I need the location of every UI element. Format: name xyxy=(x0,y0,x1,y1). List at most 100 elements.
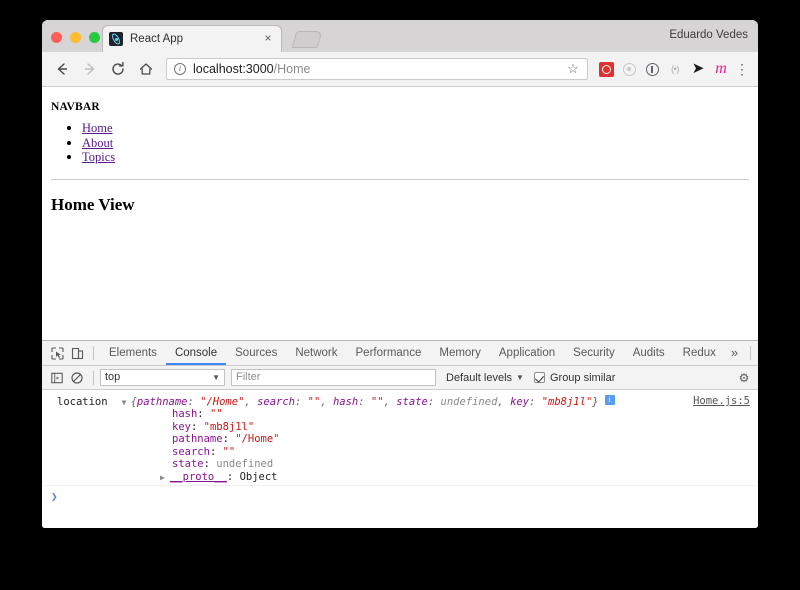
clear-console-icon[interactable] xyxy=(67,368,87,388)
navbar-heading: NAVBAR xyxy=(51,101,100,113)
tab-redux[interactable]: Redux xyxy=(674,341,725,365)
proto-value: Object xyxy=(239,470,278,483)
execution-context-value: top xyxy=(105,371,121,383)
property-value: "" xyxy=(209,408,223,420)
bookmark-star-icon[interactable]: ☆ xyxy=(566,62,580,76)
maximize-window-button[interactable] xyxy=(89,32,100,43)
tab-security[interactable]: Security xyxy=(564,341,624,365)
tab-console[interactable]: Console xyxy=(165,341,227,365)
forward-arrow-icon xyxy=(78,57,102,81)
proto-key: __proto__ xyxy=(170,470,227,483)
property-value: undefined xyxy=(216,458,274,471)
console-entry-label: location xyxy=(57,396,108,408)
pocket-extension-icon[interactable]: ➤ xyxy=(687,58,709,80)
property-value: "" xyxy=(222,445,236,458)
browser-window: React App × Eduardo Vedes localhost:3000… xyxy=(42,20,758,528)
circle-extension-icon[interactable] xyxy=(618,58,640,80)
object-property-row: search: "" xyxy=(172,445,236,458)
url-text: localhost:3000/Home xyxy=(193,62,566,76)
exclamation-extension-icon[interactable] xyxy=(641,58,663,80)
tab-network[interactable]: Network xyxy=(286,341,346,365)
devtools-menu-icon[interactable]: ⋮ xyxy=(757,343,758,363)
profile-name-label[interactable]: Eduardo Vedes xyxy=(669,29,748,41)
tab-memory[interactable]: Memory xyxy=(430,341,490,365)
url-path: /Home xyxy=(273,62,311,76)
toolbar-divider xyxy=(93,370,94,385)
react-logo-favicon-icon xyxy=(109,32,123,46)
group-similar-checkbox[interactable] xyxy=(533,372,545,383)
property-key: pathname xyxy=(172,433,223,446)
log-source-link[interactable]: Home.js:5 xyxy=(693,395,750,407)
console-sidebar-icon[interactable] xyxy=(47,368,67,388)
console-log-entry[interactable]: Home.js:5 location ▼ {pathname: "/Home",… xyxy=(42,390,758,486)
execution-context-select[interactable]: top ▼ xyxy=(100,369,225,386)
property-value: "mb8j1l" xyxy=(203,420,255,433)
expand-triangle-icon[interactable]: ▶ xyxy=(160,472,170,485)
group-similar-label: Group similar xyxy=(549,371,616,384)
parentheses-extension-icon[interactable]: (•) xyxy=(664,58,686,80)
tab-title: React App xyxy=(130,33,184,45)
nav-link-about[interactable]: About xyxy=(82,136,113,150)
console-prompt[interactable]: ❯ xyxy=(42,486,758,508)
browser-toolbar: localhost:3000/Home ☆ (•) ➤ m ⋮ xyxy=(42,52,758,87)
chevron-down-icon: ▼ xyxy=(212,373,220,382)
home-icon[interactable] xyxy=(134,57,158,81)
chevron-down-icon: ▼ xyxy=(516,373,524,382)
console-entry-header: location ▼ {pathname: "/Home", search: "… xyxy=(42,394,758,408)
page-viewport: NAVBAR Home About Topics Home View xyxy=(42,87,758,340)
object-property-row: pathname: "/Home" xyxy=(172,433,280,446)
redux-devtools-extension-icon[interactable] xyxy=(595,58,617,80)
property-key: search xyxy=(172,445,210,458)
object-preview: {pathname: "/Home", search: "", hash: ""… xyxy=(130,396,599,408)
object-property-row: state: undefined xyxy=(172,458,274,471)
property-key: hash xyxy=(172,408,198,420)
address-bar[interactable]: localhost:3000/Home ☆ xyxy=(166,58,588,80)
nav-list: Home About Topics xyxy=(51,121,749,165)
group-similar-toggle[interactable]: Group similar xyxy=(533,371,735,384)
toolbar-divider xyxy=(750,346,752,360)
page-title: Home View xyxy=(51,194,135,214)
devtools-panel: Elements Console Sources Network Perform… xyxy=(42,340,758,528)
tab-close-icon[interactable]: × xyxy=(261,32,275,46)
nav-link-topics[interactable]: Topics xyxy=(82,150,115,164)
nav-link-home[interactable]: Home xyxy=(82,121,113,135)
page-divider xyxy=(51,178,749,180)
console-filter-bar: top ▼ Filter Default levels ▼ Group simi… xyxy=(42,366,758,390)
object-property-row: hash: "" xyxy=(172,408,223,420)
prompt-chevron-icon: ❯ xyxy=(51,490,58,504)
tab-strip: React App × Eduardo Vedes xyxy=(42,20,758,52)
list-item: Topics xyxy=(82,150,749,165)
tab-application[interactable]: Application xyxy=(490,341,564,365)
property-key: key xyxy=(172,420,191,433)
console-log-area[interactable]: Home.js:5 location ▼ {pathname: "/Home",… xyxy=(42,390,758,528)
browser-tab[interactable]: React App × xyxy=(102,25,282,52)
info-badge-icon[interactable] xyxy=(604,394,615,405)
property-value: "/Home" xyxy=(235,433,280,446)
log-levels-select[interactable]: Default levels ▼ xyxy=(446,372,524,384)
console-filter-input[interactable]: Filter xyxy=(231,369,436,386)
tab-performance[interactable]: Performance xyxy=(347,341,431,365)
device-toolbar-icon[interactable] xyxy=(67,343,87,363)
close-window-button[interactable] xyxy=(51,32,62,43)
expand-triangle-icon[interactable]: ▼ xyxy=(122,398,131,407)
inspect-element-icon[interactable] xyxy=(47,343,67,363)
object-property-row: key: "mb8j1l" xyxy=(172,420,255,433)
tab-sources[interactable]: Sources xyxy=(226,341,286,365)
site-info-icon[interactable] xyxy=(174,63,186,75)
back-arrow-icon[interactable] xyxy=(50,57,74,81)
reload-icon[interactable] xyxy=(106,57,130,81)
toolbar-divider xyxy=(93,346,94,360)
window-controls xyxy=(51,32,100,43)
list-item: About xyxy=(82,136,749,151)
gear-icon[interactable]: ⚙ xyxy=(735,371,753,385)
property-key: state xyxy=(172,458,204,471)
tab-audits[interactable]: Audits xyxy=(624,341,674,365)
minimize-window-button[interactable] xyxy=(70,32,81,43)
more-tabs-button[interactable]: » xyxy=(725,341,744,365)
list-item: Home xyxy=(82,121,749,136)
new-tab-button[interactable] xyxy=(291,31,323,48)
chrome-menu-icon[interactable]: ⋮ xyxy=(734,62,750,76)
proto-property-row[interactable]: ▶ __proto__: Object xyxy=(42,471,758,485)
tab-elements[interactable]: Elements xyxy=(100,341,166,365)
mercury-extension-icon[interactable]: m xyxy=(710,58,732,80)
